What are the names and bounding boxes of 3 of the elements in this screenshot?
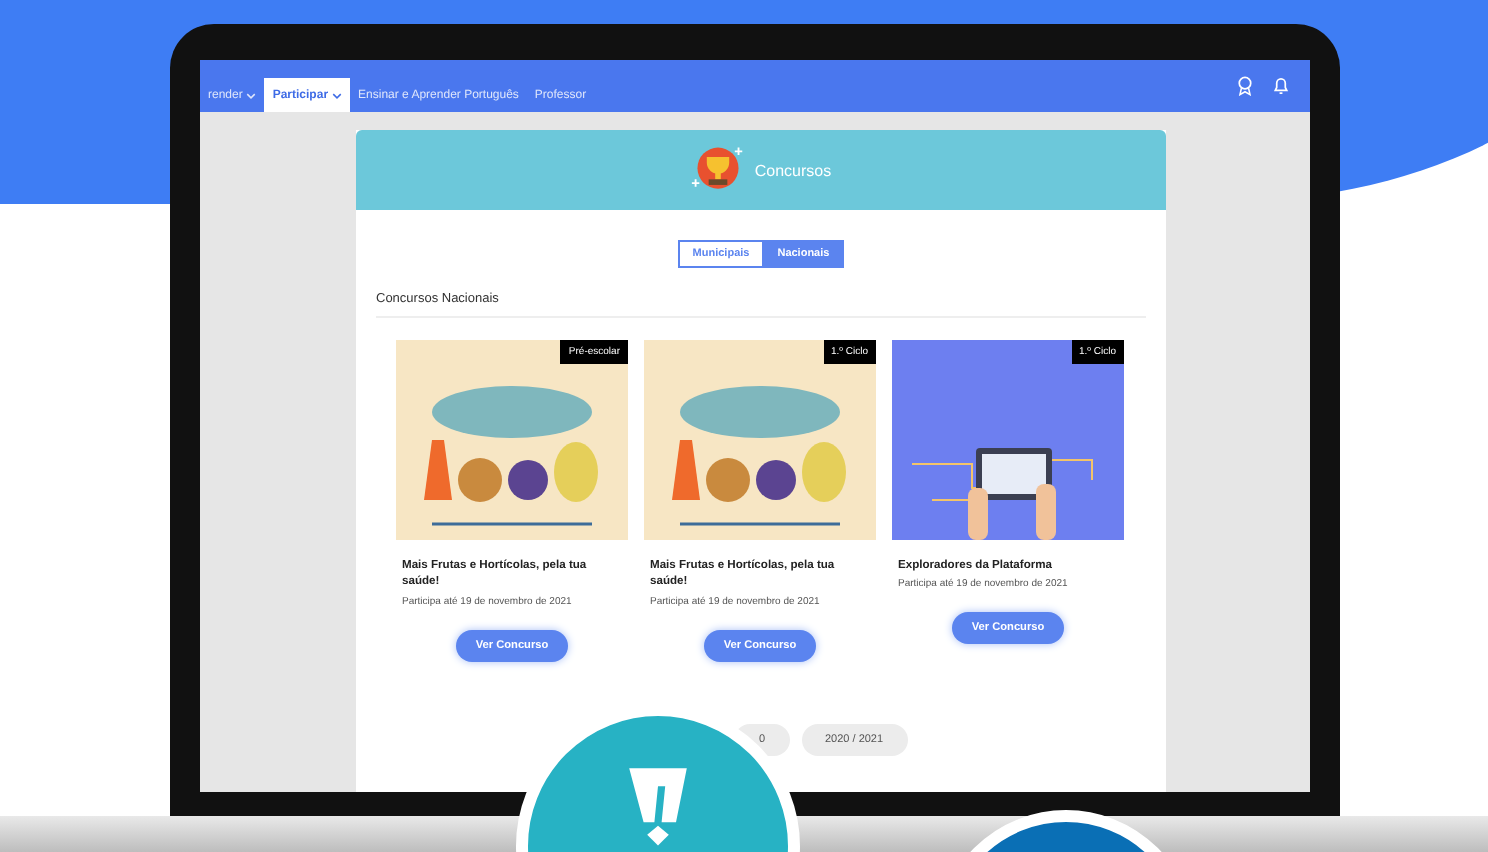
- medal-icon[interactable]: [1236, 76, 1254, 96]
- page-title: Concursos: [754, 161, 832, 179]
- bell-icon[interactable]: [1272, 76, 1290, 96]
